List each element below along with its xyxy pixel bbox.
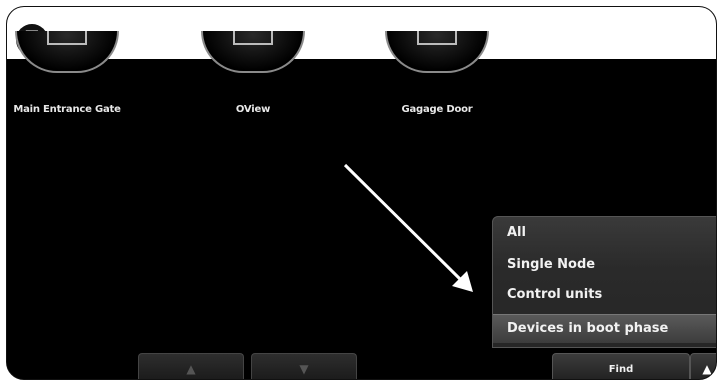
menu-item-all[interactable]: All <box>507 225 526 240</box>
menu-item-single-node[interactable]: Single Node <box>507 257 595 272</box>
figure-frame: 7 Main Entrance Gate OView Gagage Door A… <box>6 6 717 380</box>
scroll-down-button[interactable]: ▼ <box>251 353 357 379</box>
scroll-up-button[interactable]: ▲ <box>138 353 244 379</box>
find-button[interactable]: Find <box>552 353 690 379</box>
menu-expand-button[interactable]: ▲ <box>690 353 716 379</box>
chevron-up-icon: ▲ <box>702 362 712 376</box>
arrow-up-icon: ▲ <box>186 362 196 376</box>
find-menu: All Single Node Control units Devices in… <box>492 216 716 348</box>
menu-item-control-units[interactable]: Control units <box>507 287 602 302</box>
menu-item-devices-in-boot-phase[interactable]: Devices in boot phase <box>493 315 716 343</box>
arrow-down-icon: ▼ <box>299 362 309 376</box>
app-screen: Main Entrance Gate OView Gagage Door All… <box>7 31 716 379</box>
